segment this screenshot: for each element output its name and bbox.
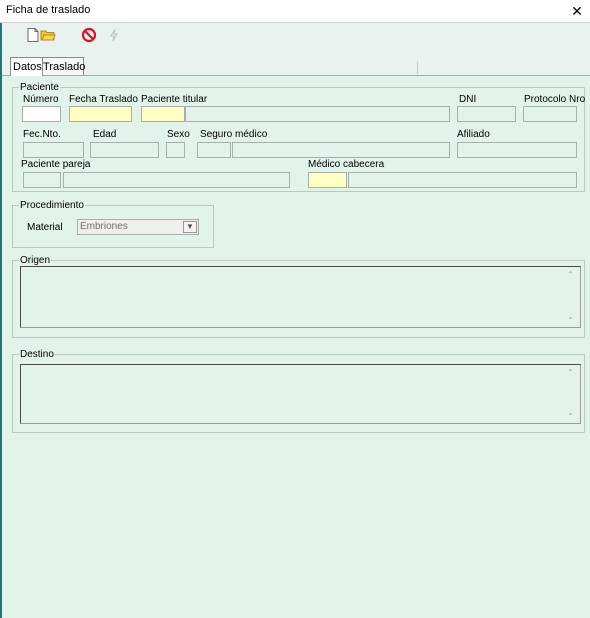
close-button[interactable]: ✕ — [565, 0, 589, 22]
medico-label: Médico cabecera — [308, 159, 385, 170]
pareja-code-field[interactable] — [23, 172, 61, 188]
paciente-titular-code-field[interactable] — [141, 106, 185, 122]
pareja-name-field[interactable] — [63, 172, 290, 188]
scroll-up-icon[interactable]: ⌃ — [563, 368, 578, 377]
procedimiento-legend: Procedimiento — [20, 200, 84, 211]
origen-scrollbar[interactable]: ⌃ ⌄ — [563, 268, 578, 326]
numero-field[interactable] — [22, 106, 61, 122]
dni-label: DNI — [459, 94, 477, 105]
origen-textarea[interactable] — [20, 266, 581, 328]
origen-legend: Origen — [20, 255, 51, 266]
seguro-name-field[interactable] — [232, 142, 450, 158]
tab-traslado[interactable]: Traslado — [40, 57, 85, 76]
afiliado-label: Afiliado — [457, 129, 490, 140]
chevron-down-icon: ▼ — [186, 222, 194, 231]
paciente-titular-name-field[interactable] — [185, 106, 450, 122]
new-document-icon[interactable] — [25, 27, 41, 43]
pareja-label: Paciente pareja — [21, 159, 91, 170]
dni-field[interactable] — [457, 106, 516, 122]
material-value: Embriones — [80, 221, 128, 232]
edad-field[interactable] — [90, 142, 159, 158]
numero-label: Número — [23, 94, 59, 105]
sexo-label: Sexo — [167, 129, 190, 140]
paciente-legend: Paciente — [20, 82, 59, 93]
lightning-icon[interactable] — [106, 27, 122, 43]
fec-nto-label: Fec.Nto. — [23, 129, 61, 140]
scroll-down-icon[interactable]: ⌄ — [563, 408, 578, 417]
cancel-icon[interactable] — [81, 27, 97, 43]
destino-legend: Destino — [20, 349, 54, 360]
material-select[interactable]: Embriones — [77, 219, 199, 235]
scroll-down-icon[interactable]: ⌄ — [563, 312, 578, 321]
seguro-code-field[interactable] — [197, 142, 231, 158]
window-edge — [0, 23, 2, 618]
protocolo-label: Protocolo Nro — [524, 94, 586, 105]
paciente-titular-label: Paciente titular — [141, 94, 208, 105]
open-folder-icon[interactable] — [40, 27, 56, 43]
tab-datos[interactable]: Datos — [10, 57, 43, 76]
material-dropdown-button[interactable]: ▼ — [183, 221, 197, 233]
medico-code-field[interactable] — [308, 172, 347, 188]
destino-textarea[interactable] — [20, 364, 581, 424]
afiliado-field[interactable] — [457, 142, 577, 158]
close-icon: ✕ — [571, 3, 583, 19]
seguro-label: Seguro médico — [200, 129, 268, 140]
protocolo-field[interactable] — [523, 106, 577, 122]
fecha-traslado-field[interactable] — [69, 106, 132, 122]
medico-name-field[interactable] — [348, 172, 577, 188]
tab-separator — [417, 62, 418, 74]
window-title: Ficha de traslado — [6, 4, 91, 16]
destino-scrollbar[interactable]: ⌃ ⌄ — [563, 366, 578, 422]
sexo-field[interactable] — [166, 142, 185, 158]
tab-strip — [2, 47, 590, 76]
edad-label: Edad — [93, 129, 117, 140]
material-label: Material — [27, 222, 63, 233]
fec-nto-field[interactable] — [23, 142, 84, 158]
scroll-up-icon[interactable]: ⌃ — [563, 270, 578, 279]
tab-baseline — [2, 75, 590, 76]
fecha-traslado-label: Fecha Traslado — [69, 94, 138, 105]
